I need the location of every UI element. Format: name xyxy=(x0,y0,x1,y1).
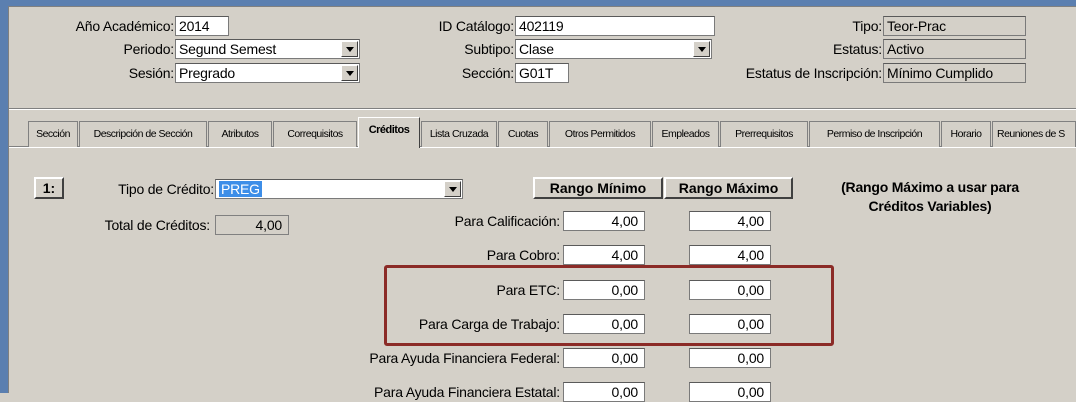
periodo-value: Segund Semest xyxy=(179,41,277,57)
credit-row-max[interactable]: 0,00 xyxy=(689,348,771,368)
sesion-label: Sesión: xyxy=(128,65,174,81)
tab-seccion[interactable]: Sección xyxy=(28,121,78,147)
subtipo-dropdown-icon[interactable] xyxy=(693,41,710,57)
estatus-field: Activo xyxy=(883,39,1026,59)
credit-row-max[interactable]: 4,00 xyxy=(689,211,771,231)
tab-permiso-inscripcion[interactable]: Permiso de Inscripción xyxy=(809,121,940,147)
credit-row-min[interactable]: 0,00 xyxy=(563,314,645,334)
credit-row-max[interactable]: 4,00 xyxy=(689,245,771,265)
window-frame-left xyxy=(0,0,8,393)
seccion-field[interactable]: G01T xyxy=(515,63,569,83)
tipo-credito-select[interactable]: PREG xyxy=(215,179,463,199)
periodo-label: Periodo: xyxy=(123,41,174,57)
tab-lista-cruzada[interactable]: Lista Cruzada xyxy=(421,121,497,147)
row-number: 1: xyxy=(34,177,64,199)
credit-row-label: Para Ayuda Financiera Federal: xyxy=(369,350,560,366)
inscripcion-label: Estatus de Inscripción: xyxy=(745,65,882,81)
tipo-label: Tipo: xyxy=(852,18,882,34)
tipo-credito-label: Tipo de Crédito: xyxy=(118,181,214,197)
tab-otros-permitidos[interactable]: Otros Permitidos xyxy=(549,121,651,147)
sesion-dropdown-icon[interactable] xyxy=(341,65,358,81)
tab-empleados[interactable]: Empleados xyxy=(652,121,719,147)
rango-maximo-header[interactable]: Rango Máximo xyxy=(664,177,793,199)
credit-row-min[interactable]: 0,00 xyxy=(563,382,645,402)
estatus-label: Estatus: xyxy=(833,41,882,57)
credit-row-min[interactable]: 0,00 xyxy=(563,348,645,368)
sesion-value: Pregrado xyxy=(179,65,235,81)
tab-reuniones[interactable]: Reuniones de S xyxy=(992,121,1076,147)
tab-prerrequisitos[interactable]: Prerrequisitos xyxy=(720,121,808,147)
subtipo-select[interactable]: Clase xyxy=(515,39,712,59)
tab-descripcion-seccion[interactable]: Descripción de Sección xyxy=(79,121,207,147)
total-creditos-field: 4,00 xyxy=(215,215,289,235)
tab-baseline-light xyxy=(9,147,1076,148)
catalogo-label: ID Catálogo: xyxy=(438,18,515,34)
header-divider-light xyxy=(9,109,1076,110)
tab-cuotas[interactable]: Cuotas xyxy=(498,121,548,147)
credit-row-label: Para Cobro: xyxy=(486,247,560,263)
tab-atributos[interactable]: Atributos xyxy=(208,121,272,147)
credit-row-label: Para Calificación: xyxy=(454,213,561,229)
rango-note: (Rango Máximo a usar para Créditos Varia… xyxy=(841,179,1019,214)
credit-row-label: Para Carga de Trabajo: xyxy=(418,316,560,332)
seccion-label: Sección: xyxy=(461,65,514,81)
ano-field[interactable]: 2014 xyxy=(175,16,229,36)
sesion-select[interactable]: Pregrado xyxy=(175,63,360,83)
tipo-credito-dropdown-icon[interactable] xyxy=(444,181,461,197)
rango-minimo-header[interactable]: Rango Mínimo xyxy=(533,177,663,199)
subtipo-label: Subtipo: xyxy=(464,41,514,57)
catalogo-field[interactable]: 402119 xyxy=(515,16,715,36)
inscripcion-field: Mínimo Cumplido xyxy=(883,63,1026,83)
credit-row-max[interactable]: 0,00 xyxy=(689,382,771,402)
total-creditos-label: Total de Créditos: xyxy=(104,217,211,233)
credit-row-min[interactable]: 4,00 xyxy=(563,245,645,265)
tipo-field: Teor-Prac xyxy=(883,16,1026,36)
credit-row-max[interactable]: 0,00 xyxy=(689,314,771,334)
tab-horario[interactable]: Horario xyxy=(941,121,991,147)
periodo-select[interactable]: Segund Semest xyxy=(175,39,360,59)
tab-creditos[interactable]: Créditos xyxy=(358,117,420,148)
periodo-dropdown-icon[interactable] xyxy=(341,41,358,57)
tipo-credito-value: PREG xyxy=(219,181,262,197)
credit-row-min[interactable]: 0,00 xyxy=(563,280,645,300)
credit-row-min[interactable]: 4,00 xyxy=(563,211,645,231)
ano-label: Año Académico: xyxy=(75,18,175,34)
subtipo-value: Clase xyxy=(519,41,554,57)
tab-correquisitos[interactable]: Correquisitos xyxy=(273,121,357,147)
credit-row-max[interactable]: 0,00 xyxy=(689,280,771,300)
credit-row-label: Para ETC: xyxy=(496,282,560,298)
credit-row-label: Para Ayuda Financiera Estatal: xyxy=(374,384,560,400)
